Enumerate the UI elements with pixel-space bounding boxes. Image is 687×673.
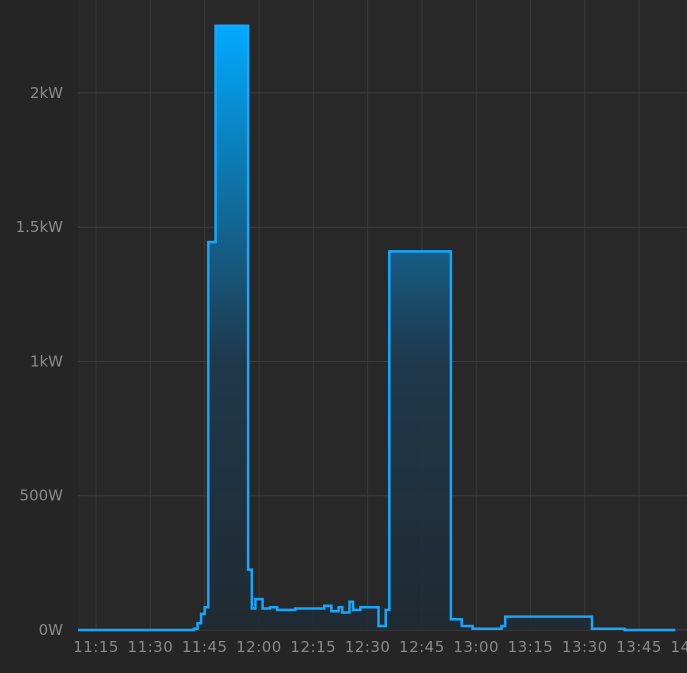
x-tick-label: 12:00 — [236, 638, 282, 656]
y-tick-label: 1kW — [30, 352, 63, 370]
x-tick-label: 13:45 — [616, 638, 662, 656]
x-tick-label: 14:00 — [671, 638, 687, 656]
x-tick-label: 13:00 — [453, 638, 499, 656]
y-tick-label: 2kW — [30, 84, 63, 102]
plot-background — [78, 0, 687, 630]
x-tick-label: 12:45 — [399, 638, 445, 656]
x-tick-label: 13:30 — [562, 638, 608, 656]
y-tick-label: 0W — [39, 621, 64, 639]
y-tick-label: 1.5kW — [16, 218, 64, 236]
x-tick-label: 12:15 — [290, 638, 336, 656]
x-tick-label: 11:30 — [128, 638, 174, 656]
x-tick-label: 13:15 — [508, 638, 554, 656]
power-chart: 0W 500W 1kW 1.5kW 2kW 11:15 11:30 11:45 12:00 12… — [16, 0, 687, 656]
y-tick-label: 500W — [20, 487, 64, 505]
y-axis: 0W 500W 1kW 1.5kW 2kW — [16, 84, 64, 639]
x-tick-label: 11:15 — [73, 638, 119, 656]
x-tick-label: 12:30 — [345, 638, 391, 656]
x-tick-label: 11:45 — [182, 638, 228, 656]
x-axis: 11:15 11:30 11:45 12:00 12:15 12:30 12:45 13:00… — [73, 638, 687, 656]
